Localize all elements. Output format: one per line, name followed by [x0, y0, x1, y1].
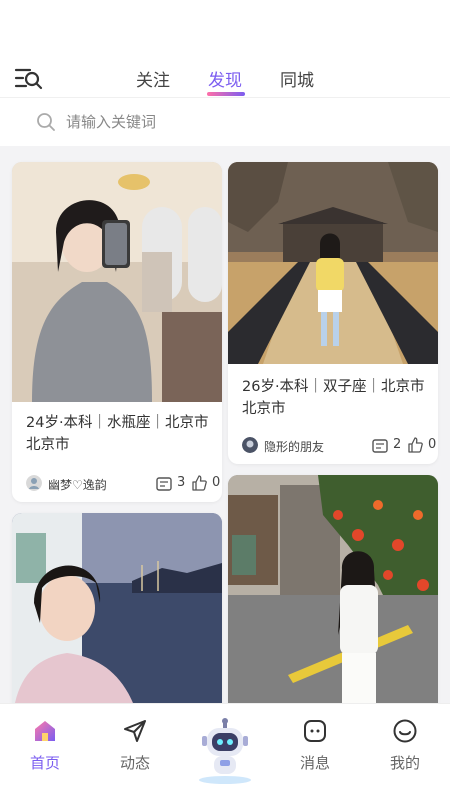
- comment-count: 3: [177, 475, 186, 490]
- nav-profile[interactable]: 我的: [375, 718, 435, 773]
- profile-card[interactable]: [228, 475, 438, 703]
- profile-photo: [12, 162, 222, 402]
- like-count: 0: [212, 475, 221, 490]
- filter-list-icon[interactable]: [14, 66, 44, 92]
- profile-card[interactable]: 26岁·本科｜双子座｜北京市 北京市 隐形的朋友 2 0: [228, 162, 438, 464]
- nav-home[interactable]: 首页: [15, 718, 75, 773]
- nav-messages[interactable]: 消息: [285, 718, 345, 773]
- username[interactable]: 隐形的朋友: [264, 438, 324, 455]
- comment-icon[interactable]: [156, 477, 172, 491]
- nav-home-label: 首页: [29, 754, 60, 772]
- comment-count: 2: [393, 437, 402, 452]
- nav-profile-label: 我的: [389, 754, 420, 772]
- comment-icon[interactable]: [372, 439, 388, 453]
- search-input[interactable]: [66, 108, 406, 136]
- search-icon: [37, 113, 55, 131]
- search-bar: [0, 98, 450, 146]
- feed: 24岁·本科｜水瓶座｜北京市 北京市 幽梦♡逸韵 3 0 26岁·本科｜双子座｜…: [0, 147, 450, 703]
- active-tab-indicator: [207, 92, 245, 96]
- profile-photo: [228, 475, 438, 703]
- card-meta: 隐形的朋友 2 0: [242, 436, 436, 456]
- profile-card[interactable]: [12, 513, 222, 703]
- tab-follow[interactable]: 关注: [136, 66, 170, 91]
- card-caption: 24岁·本科｜水瓶座｜北京市 北京市: [26, 415, 209, 453]
- nav-feed[interactable]: 动态: [105, 718, 165, 773]
- message-icon: [304, 720, 326, 742]
- bottom-nav: 首页 动态 消息 我的: [0, 703, 450, 800]
- status-bar: [0, 0, 450, 60]
- avatar: [242, 437, 258, 453]
- username[interactable]: 幽梦♡逸韵: [48, 476, 107, 493]
- home-icon: [35, 721, 55, 741]
- like-count: 0: [428, 437, 437, 452]
- avatar: [26, 475, 42, 491]
- nav-feed-label: 动态: [119, 754, 150, 772]
- tab-nearby[interactable]: 同城: [280, 66, 314, 91]
- robot-icon[interactable]: [196, 718, 254, 786]
- like-icon[interactable]: [407, 437, 423, 453]
- top-nav: 关注 发现 同城: [0, 60, 450, 98]
- card-caption: 26岁·本科｜双子座｜北京市 北京市: [242, 379, 425, 417]
- send-icon: [124, 720, 146, 742]
- like-icon[interactable]: [191, 475, 207, 491]
- card-meta: 幽梦♡逸韵 3 0: [26, 474, 220, 494]
- profile-card[interactable]: 24岁·本科｜水瓶座｜北京市 北京市 幽梦♡逸韵 3 0: [12, 162, 222, 502]
- profile-icon: [393, 719, 417, 743]
- tab-discover[interactable]: 发现: [208, 66, 242, 91]
- nav-messages-label: 消息: [299, 754, 330, 772]
- profile-photo: [12, 513, 222, 703]
- profile-photo: [228, 162, 438, 364]
